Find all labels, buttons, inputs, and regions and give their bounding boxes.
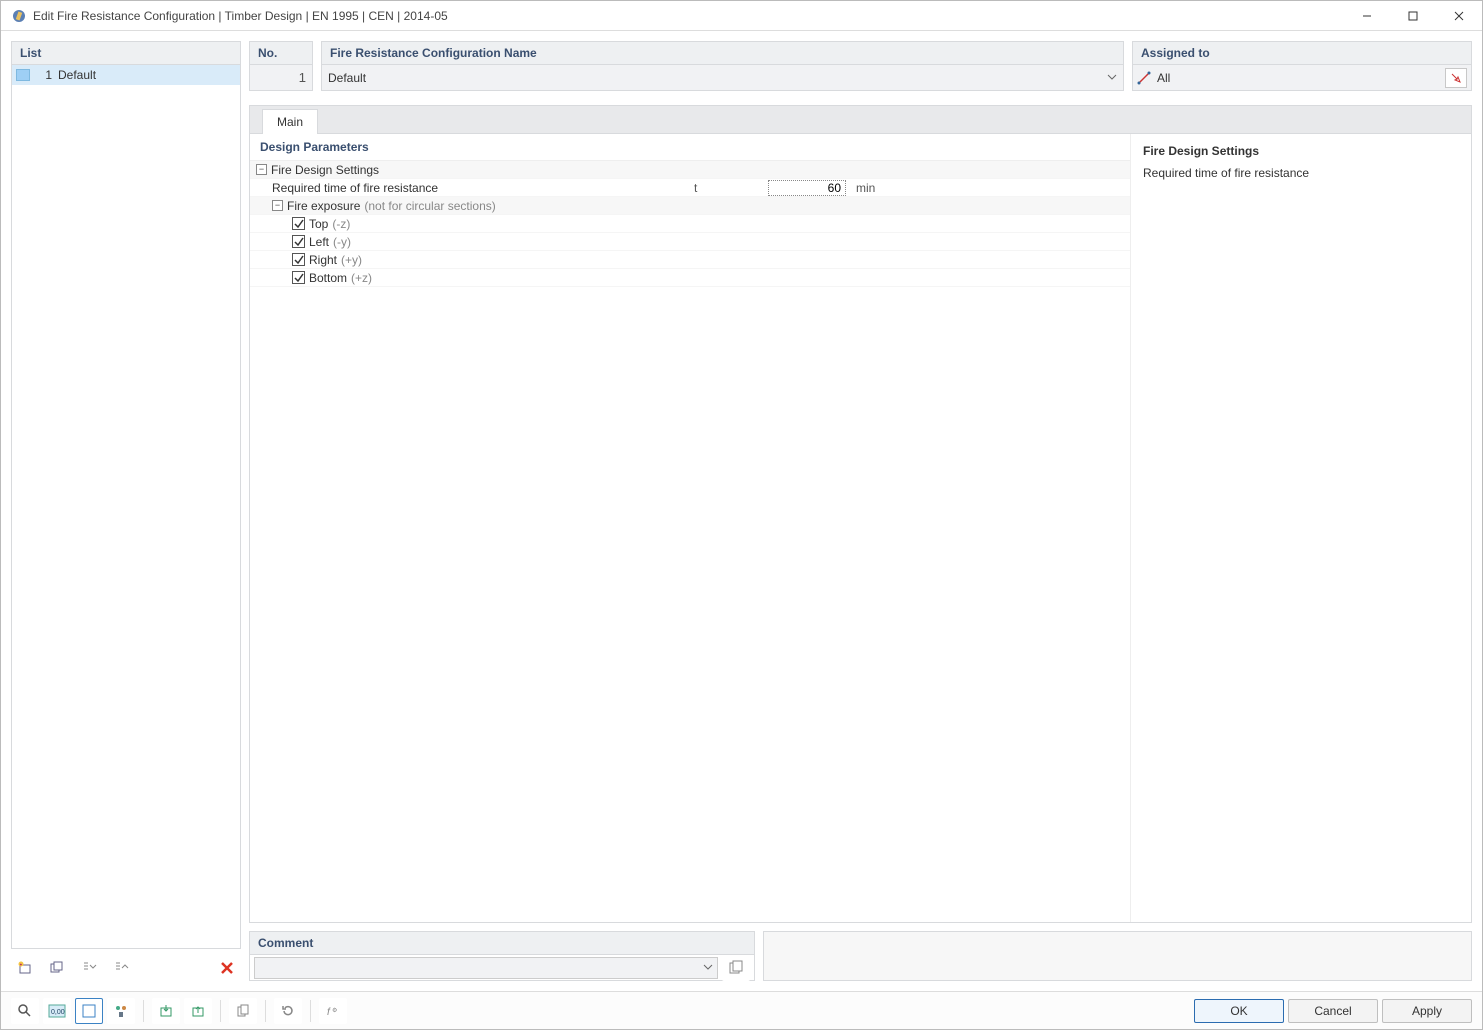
export-button[interactable] [184,998,212,1024]
close-button[interactable] [1436,1,1482,31]
list-item-label: Default [58,68,96,82]
tab-main[interactable]: Main [262,109,318,134]
import-button[interactable] [152,998,180,1024]
info-text: Required time of fire resistance [1143,166,1459,180]
checkbox-left[interactable] [292,235,305,248]
name-header: Fire Resistance Configuration Name [321,41,1124,65]
list-item[interactable]: 1 Default [12,65,240,85]
design-parameters-header: Design Parameters [250,134,1130,161]
tree-label-paren: (-y) [333,235,351,249]
tree-label-paren: (not for circular sections) [364,199,495,213]
svg-text:0,00: 0,00 [51,1009,65,1016]
ok-button[interactable]: OK [1194,999,1284,1023]
top-row: No. Fire Resistance Configuration Name D… [249,41,1472,91]
no-input[interactable] [249,65,313,91]
tree-label-paren: (-z) [332,217,350,231]
name-select[interactable]: Default [321,65,1124,91]
chevron-down-icon [1107,72,1117,82]
sidebar: List 1 Default ✦ [11,41,241,981]
preview-box [763,931,1472,981]
window-controls [1344,1,1482,31]
maximize-button[interactable] [1390,1,1436,31]
tree-row-bottom[interactable]: Bottom (+z) [250,269,1130,287]
tree-label: Fire Design Settings [271,163,379,177]
tree-row-top[interactable]: Top (-z) [250,215,1130,233]
center-column: No. Fire Resistance Configuration Name D… [249,41,1472,981]
reset-button[interactable] [274,998,302,1024]
comment-select[interactable] [254,957,718,979]
req-time-input[interactable] [768,180,846,196]
content-area: List 1 Default ✦ [1,31,1482,991]
assigned-panel: Assigned to All [1132,41,1472,91]
display-button[interactable] [75,998,103,1024]
tree-label-paren: (+y) [341,253,362,267]
tree-label: Top [309,217,328,231]
comment-body [249,955,755,981]
params-col: Design Parameters − Fire Design Settings [250,134,1131,922]
comment-header: Comment [249,931,755,955]
tree-label: Left [309,235,329,249]
filter-button[interactable] [107,998,135,1024]
tree-label: Bottom [309,271,347,285]
tree-row-req-time[interactable]: Required time of fire resistance t min [250,179,1130,197]
main-panel: Design Parameters − Fire Design Settings [249,133,1472,923]
info-column: Fire Design Settings Required time of fi… [1131,134,1471,922]
tree-node-fire-design[interactable]: − Fire Design Settings [250,161,1130,179]
assigned-value: All [1157,71,1170,85]
comment-library-button[interactable] [722,955,750,981]
assigned-body: All [1132,65,1472,91]
pick-members-button[interactable] [1445,68,1467,88]
search-button[interactable] [11,998,39,1024]
expand-all-button[interactable] [75,955,103,981]
svg-text:⚙: ⚙ [332,1007,337,1014]
apply-button[interactable]: Apply [1382,999,1472,1023]
checkbox-bottom[interactable] [292,271,305,284]
copy-button[interactable] [229,998,257,1024]
checkbox-top[interactable] [292,217,305,230]
dialog-window: Edit Fire Resistance Configuration | Tim… [0,0,1483,1030]
window-title: Edit Fire Resistance Configuration | Tim… [33,9,1344,23]
chevron-down-icon [703,962,713,972]
tab-strip: Main [249,105,1472,133]
app-icon [11,8,27,24]
tree-label: Fire exposure [287,199,360,213]
collapse-all-button[interactable] [107,955,135,981]
tree-row-right[interactable]: Right (+y) [250,251,1130,269]
titlebar: Edit Fire Resistance Configuration | Tim… [1,1,1482,31]
members-icon [1137,71,1151,85]
expander-icon[interactable]: − [272,200,283,211]
name-box: Fire Resistance Configuration Name Defau… [321,41,1124,91]
comment-row: Comment [249,931,1472,981]
svg-text:f: f [327,1007,331,1018]
duplicate-button[interactable] [43,955,71,981]
tree-row-left[interactable]: Left (-y) [250,233,1130,251]
req-time-symbol: t [690,181,766,195]
checkbox-right[interactable] [292,253,305,266]
req-time-unit: min [850,181,890,195]
expander-icon[interactable]: − [256,164,267,175]
list-header: List [11,41,241,65]
tree-node-fire-exposure[interactable]: − Fire exposure (not for circular sectio… [250,197,1130,215]
list-item-num: 1 [36,68,52,82]
tree-label: Required time of fire resistance [272,181,438,195]
name-value: Default [328,71,366,85]
color-swatch-icon [16,69,30,81]
minimize-button[interactable] [1344,1,1390,31]
list-body: 1 Default [11,65,241,949]
tree-label: Right [309,253,337,267]
delete-button[interactable] [213,955,241,981]
bottom-toolbar: 0,00 f⚙ OK Cancel Apply [1,991,1482,1029]
units-button[interactable]: 0,00 [43,998,71,1024]
no-box: No. [249,41,313,91]
cancel-button[interactable]: Cancel [1288,999,1378,1023]
tree-label-paren: (+z) [351,271,372,285]
params-tree: − Fire Design Settings Required time of … [250,161,1130,922]
assigned-header: Assigned to [1132,41,1472,65]
function-button[interactable]: f⚙ [319,998,347,1024]
new-item-button[interactable]: ✦ [11,955,39,981]
sidebar-toolbar: ✦ [11,949,241,981]
no-header: No. [249,41,313,65]
info-title: Fire Design Settings [1143,144,1459,158]
comment-box: Comment [249,931,755,981]
